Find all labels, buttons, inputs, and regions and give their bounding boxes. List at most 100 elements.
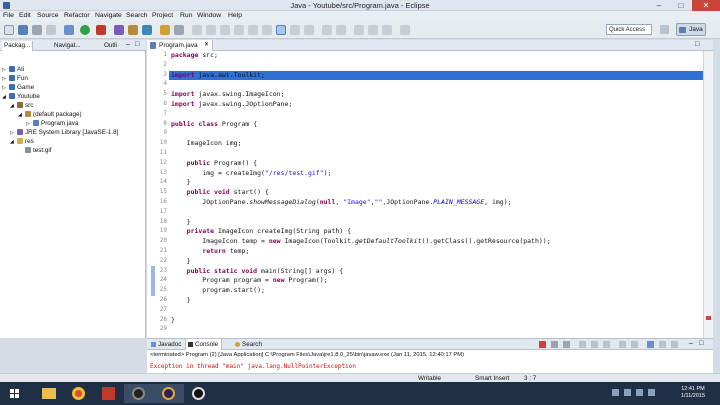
remove-launch-icon[interactable] [551, 341, 558, 348]
code-line[interactable]: program.start(); [171, 286, 265, 295]
tree-item[interactable]: ▷ JRE System Library [JavaSE-1.8] [2, 128, 144, 137]
back-icon[interactable] [248, 25, 258, 35]
menu-source[interactable]: Source [37, 11, 59, 21]
maximize-view-icon[interactable]: □ [135, 41, 139, 48]
tray-network-icon[interactable] [624, 389, 631, 396]
menu-refactor[interactable]: Refactor [64, 11, 90, 21]
prev-annotation-icon[interactable] [220, 25, 230, 35]
block-selection-icon[interactable] [304, 25, 314, 35]
print-icon[interactable] [46, 25, 56, 35]
java-perspective-button[interactable]: Java [676, 23, 706, 36]
next-annotation-icon[interactable] [206, 25, 216, 35]
tab-navigator[interactable]: Navigat... [52, 41, 83, 51]
open-console-icon[interactable] [671, 341, 678, 348]
open-perspective-icon[interactable] [660, 25, 669, 34]
code-line[interactable]: img = createImg("/res/test.gif"); [171, 169, 331, 178]
tab-javadoc[interactable]: Javadoc [149, 339, 184, 350]
nav-dropdown-icon[interactable] [382, 25, 392, 35]
taskbar-eclipse[interactable] [154, 384, 184, 403]
tab-package-explorer[interactable]: Packag... [2, 41, 34, 51]
show-on-output-icon[interactable] [619, 341, 626, 348]
new-java-project-icon[interactable] [114, 25, 124, 35]
code-line[interactable]: public void start() { [171, 188, 269, 197]
show-whitespace-icon[interactable] [290, 25, 300, 35]
open-type-icon[interactable] [160, 25, 170, 35]
tree-item[interactable]: ▷ Fun [2, 74, 144, 83]
display-console-icon[interactable] [659, 341, 666, 348]
last-edit-icon[interactable] [234, 25, 244, 35]
editor-scrollbar[interactable] [703, 51, 713, 338]
tree-expand-icon[interactable]: ◢ [10, 138, 17, 147]
pin-console-icon[interactable] [647, 341, 654, 348]
tree-item[interactable]: ◢ src [2, 101, 144, 110]
new-class-icon[interactable] [142, 25, 152, 35]
close-tab-icon[interactable]: ✕ [204, 40, 209, 51]
maximize-button[interactable]: □ [670, 0, 692, 11]
nav-forward-icon[interactable] [368, 25, 378, 35]
toggle-breadcrumb-icon[interactable] [276, 25, 286, 35]
minimize-button[interactable]: – [648, 0, 670, 11]
menu-file[interactable]: File [3, 11, 14, 21]
word-wrap-icon[interactable] [603, 341, 610, 348]
taskbar-app-red[interactable] [94, 384, 124, 403]
tray-arrow-icon[interactable] [612, 389, 619, 396]
tray-volume-icon[interactable] [636, 389, 643, 396]
start-button[interactable] [2, 384, 28, 403]
code-line[interactable]: public class Program { [171, 120, 257, 129]
code-line[interactable]: JOptionPane.showMessageDialog(null, "Ima… [171, 198, 511, 207]
toggle-mark-icon[interactable] [192, 25, 202, 35]
prev-edit-icon[interactable] [336, 25, 346, 35]
code-line[interactable]: public Program() { [171, 159, 257, 168]
tree-expand-icon[interactable]: ◢ [18, 111, 25, 120]
code-area[interactable]: 1 package src; 2 3 import java.awt.Toolkit; 4… [160, 51, 709, 338]
search-icon[interactable] [174, 25, 184, 35]
tree-expand-icon[interactable]: ◢ [2, 93, 9, 102]
run-icon[interactable] [80, 25, 90, 35]
scroll-lock-icon[interactable] [591, 341, 598, 348]
tree-item[interactable]: ◢ res [2, 137, 144, 146]
code-line[interactable]: } [171, 178, 191, 187]
tab-search[interactable]: Search [233, 339, 265, 350]
code-line[interactable]: package src; [171, 51, 218, 60]
menu-navigate[interactable]: Navigate [95, 11, 122, 21]
code-line[interactable]: private ImageIcon createImg(String path)… [171, 227, 351, 236]
code-line[interactable]: } [171, 218, 191, 227]
next-edit-icon[interactable] [322, 25, 332, 35]
tree-item[interactable]: ◢ (default package) [2, 110, 144, 119]
tree-item[interactable]: ▷ Game [2, 83, 144, 92]
show-on-error-icon[interactable] [631, 341, 638, 348]
close-button[interactable]: ✕ [692, 0, 720, 11]
menu-help[interactable]: Help [228, 11, 242, 21]
code-line[interactable]: import javax.swing.ImageIcon; [171, 90, 285, 99]
code-line[interactable]: Program program = new Program(); [171, 276, 327, 285]
terminate-icon[interactable] [539, 341, 546, 348]
code-line[interactable]: public static void main(String[] args) { [171, 267, 344, 276]
external-tools-icon[interactable] [96, 25, 106, 35]
new-icon[interactable] [4, 25, 14, 35]
debug-icon[interactable] [64, 25, 74, 35]
console-error-output[interactable]: Exception in thread "main" java.lang.Nul… [150, 363, 356, 370]
taskbar-obs[interactable] [184, 384, 214, 403]
menu-edit[interactable]: Edit [19, 11, 31, 21]
save-all-icon[interactable] [32, 25, 42, 35]
tree-item[interactable]: ◢ Youtube [2, 92, 144, 101]
taskbar-chrome[interactable] [64, 384, 94, 403]
new-package-icon[interactable] [128, 25, 138, 35]
save-icon[interactable] [18, 25, 28, 35]
tab-console[interactable]: Console [185, 339, 223, 350]
maximize-editor-icon[interactable]: □ [695, 41, 699, 48]
tree-item[interactable]: test.gif [2, 146, 144, 155]
code-line[interactable]: return temp; [171, 247, 249, 256]
pin-editor-icon[interactable] [400, 25, 410, 35]
menu-run[interactable]: Run [180, 11, 192, 21]
code-line[interactable]: ImageIcon temp = new ImageIcon(Toolkit.g… [171, 237, 550, 246]
code-line[interactable]: } [171, 257, 191, 266]
minimize-console-icon[interactable]: – [689, 340, 693, 347]
maximize-console-icon[interactable]: □ [699, 340, 703, 347]
remove-all-icon[interactable] [563, 341, 570, 348]
code-line[interactable]: } [171, 316, 175, 325]
error-marker[interactable] [706, 316, 711, 320]
menu-project[interactable]: Project [152, 11, 173, 21]
taskbar-explorer[interactable] [34, 384, 64, 403]
nav-back-icon[interactable] [354, 25, 364, 35]
